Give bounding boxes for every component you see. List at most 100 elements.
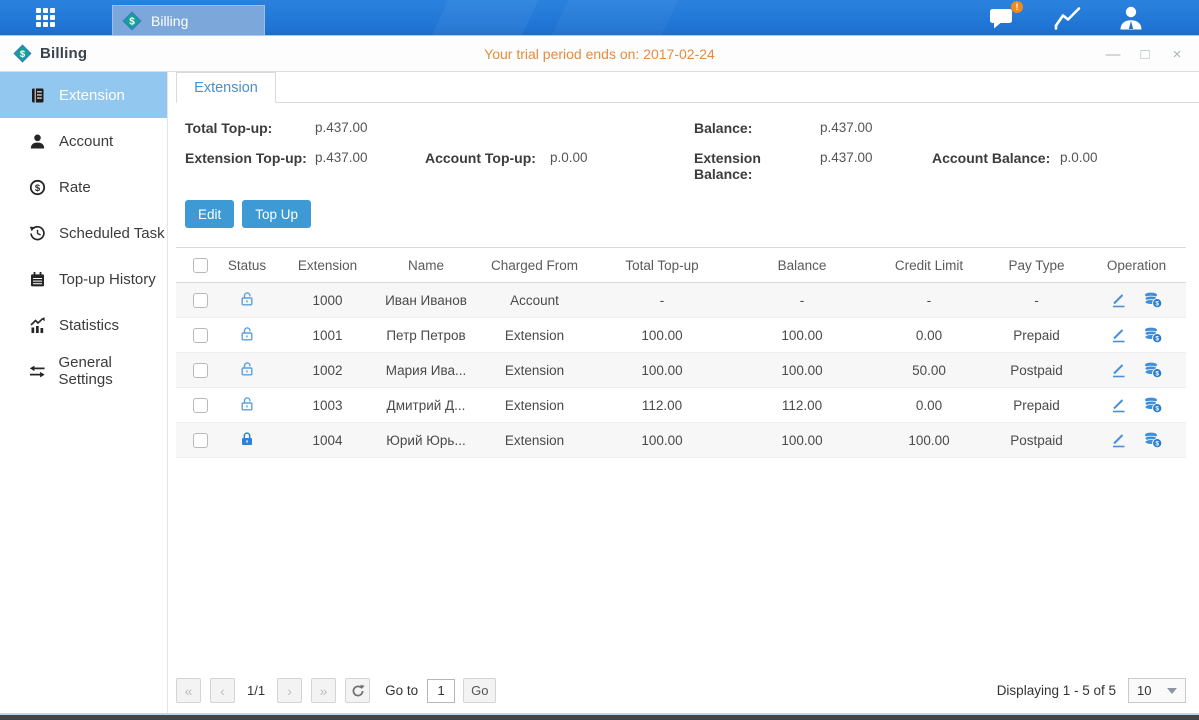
- edit-button[interactable]: Edit: [185, 200, 234, 228]
- table-row: 1004 Юрий Юрь... Extension 100.00 100.00…: [176, 423, 1186, 458]
- pay-type-cell: Postpaid: [986, 363, 1087, 378]
- status-cell: [214, 361, 280, 380]
- go-button[interactable]: Go: [463, 678, 496, 703]
- refresh-icon: [351, 684, 365, 698]
- operation-cell: $: [1087, 291, 1186, 309]
- sidebar-item-topup-history[interactable]: Top-up History: [0, 256, 167, 302]
- row-checkbox[interactable]: [193, 363, 208, 378]
- topbar-tab-billing[interactable]: $ Billing: [112, 5, 265, 36]
- name-cell: Петр Петров: [375, 328, 477, 343]
- col-operation: Operation: [1087, 258, 1186, 273]
- line-chart-icon: [1053, 4, 1083, 31]
- swap-arrows-icon: [29, 363, 46, 380]
- operation-cell: $: [1087, 431, 1186, 449]
- user-account-icon[interactable]: [1117, 4, 1147, 32]
- row-checkbox[interactable]: [193, 293, 208, 308]
- col-charged-from: Charged From: [477, 258, 592, 273]
- first-page-button[interactable]: «: [176, 678, 201, 703]
- total-topup-cell: -: [592, 293, 732, 308]
- pay-type-cell: Prepaid: [986, 398, 1087, 413]
- sidebar-item-label: Account: [59, 133, 113, 150]
- credit-limit-cell: 0.00: [872, 398, 986, 413]
- top-up-coins-icon[interactable]: $: [1143, 291, 1163, 309]
- last-page-button[interactable]: »: [311, 678, 336, 703]
- status-cell: [214, 431, 280, 450]
- page-size-select[interactable]: 10: [1128, 678, 1186, 703]
- charged-from-cell: Extension: [477, 398, 592, 413]
- select-all-checkbox[interactable]: [193, 258, 208, 273]
- maximize-button[interactable]: □: [1137, 46, 1153, 63]
- edit-icon[interactable]: [1110, 397, 1127, 414]
- row-checkbox[interactable]: [193, 398, 208, 413]
- credit-limit-cell: -: [872, 293, 986, 308]
- lock-open-icon: [239, 396, 255, 412]
- person-icon: [1117, 4, 1145, 31]
- top-up-coins-icon[interactable]: $: [1143, 431, 1163, 449]
- sidebar-item-statistics[interactable]: Statistics: [0, 302, 167, 348]
- svg-text:$: $: [1155, 301, 1159, 308]
- billing-diamond-icon: $: [122, 11, 142, 31]
- charged-from-cell: Extension: [477, 328, 592, 343]
- person-icon: [29, 133, 46, 150]
- total-topup-cell: 112.00: [592, 398, 732, 413]
- total-topup-cell: 100.00: [592, 328, 732, 343]
- pagination-bar: « ‹ 1/1 › » Go to Go Displaying 1 - 5 of…: [176, 678, 1186, 703]
- total-topup-value: p.437.00: [315, 120, 425, 136]
- edit-icon[interactable]: [1110, 362, 1127, 379]
- goto-page-input[interactable]: [427, 679, 455, 703]
- sidebar-item-scheduled-task[interactable]: Scheduled Task: [0, 210, 167, 256]
- top-up-coins-icon[interactable]: $: [1143, 361, 1163, 379]
- extension-cell: 1000: [280, 293, 375, 308]
- close-button[interactable]: ×: [1169, 46, 1185, 63]
- account-topup-value: p.0.00: [550, 150, 694, 182]
- top-up-coins-icon[interactable]: $: [1143, 396, 1163, 414]
- refresh-button[interactable]: [345, 678, 370, 703]
- table-row: 1002 Мария Ива... Extension 100.00 100.0…: [176, 353, 1186, 388]
- bar-chart-icon: [29, 317, 46, 334]
- charged-from-cell: Extension: [477, 363, 592, 378]
- edit-icon[interactable]: [1110, 292, 1127, 309]
- table-header-row: Status Extension Name Charged From Total…: [176, 247, 1186, 283]
- sidebar-item-rate[interactable]: $ Rate: [0, 164, 167, 210]
- sidebar-item-general-settings[interactable]: General Settings: [0, 348, 167, 394]
- reports-chart-icon[interactable]: [1053, 4, 1083, 32]
- sidebar-item-account[interactable]: Account: [0, 118, 167, 164]
- calendar-icon: [29, 271, 46, 288]
- prev-page-button[interactable]: ‹: [210, 678, 235, 703]
- sidebar-item-label: Rate: [59, 179, 91, 196]
- balance-cell: 100.00: [732, 363, 872, 378]
- next-page-button[interactable]: ›: [277, 678, 302, 703]
- total-topup-cell: 100.00: [592, 363, 732, 378]
- sidebar-item-label: Statistics: [59, 317, 119, 334]
- edit-icon[interactable]: [1110, 432, 1127, 449]
- row-checkbox[interactable]: [193, 433, 208, 448]
- name-cell: Иван Иванов: [375, 293, 477, 308]
- messages-icon[interactable]: !: [989, 4, 1019, 32]
- edit-icon[interactable]: [1110, 327, 1127, 344]
- minimize-button[interactable]: —: [1105, 46, 1121, 63]
- svg-text:$: $: [35, 183, 41, 194]
- lock-open-icon: [239, 326, 255, 342]
- sidebar-item-extension[interactable]: Extension: [0, 72, 167, 118]
- balance-label: Balance:: [694, 120, 820, 136]
- top-up-button[interactable]: Top Up: [242, 200, 311, 228]
- top-bar: $ Billing !: [0, 0, 1199, 36]
- col-total-topup: Total Top-up: [592, 258, 732, 273]
- top-up-coins-icon[interactable]: $: [1143, 326, 1163, 344]
- history-clock-icon: [29, 225, 46, 242]
- sidebar: Extension Account $ Rate Scheduled Task: [0, 72, 168, 713]
- ledger-icon: [29, 87, 46, 104]
- credit-limit-cell: 0.00: [872, 328, 986, 343]
- account-topup-label: Account Top-up:: [425, 150, 550, 182]
- app-grid-icon[interactable]: [36, 8, 56, 28]
- notification-badge: !: [1011, 1, 1023, 13]
- row-checkbox[interactable]: [193, 328, 208, 343]
- balance-cell: 100.00: [732, 433, 872, 448]
- pay-type-cell: -: [986, 293, 1087, 308]
- col-name: Name: [375, 258, 477, 273]
- col-status: Status: [214, 258, 280, 273]
- lock-open-icon: [239, 361, 255, 377]
- col-balance: Balance: [732, 258, 872, 273]
- tab-extension[interactable]: Extension: [176, 72, 276, 103]
- page-indicator: 1/1: [247, 683, 265, 698]
